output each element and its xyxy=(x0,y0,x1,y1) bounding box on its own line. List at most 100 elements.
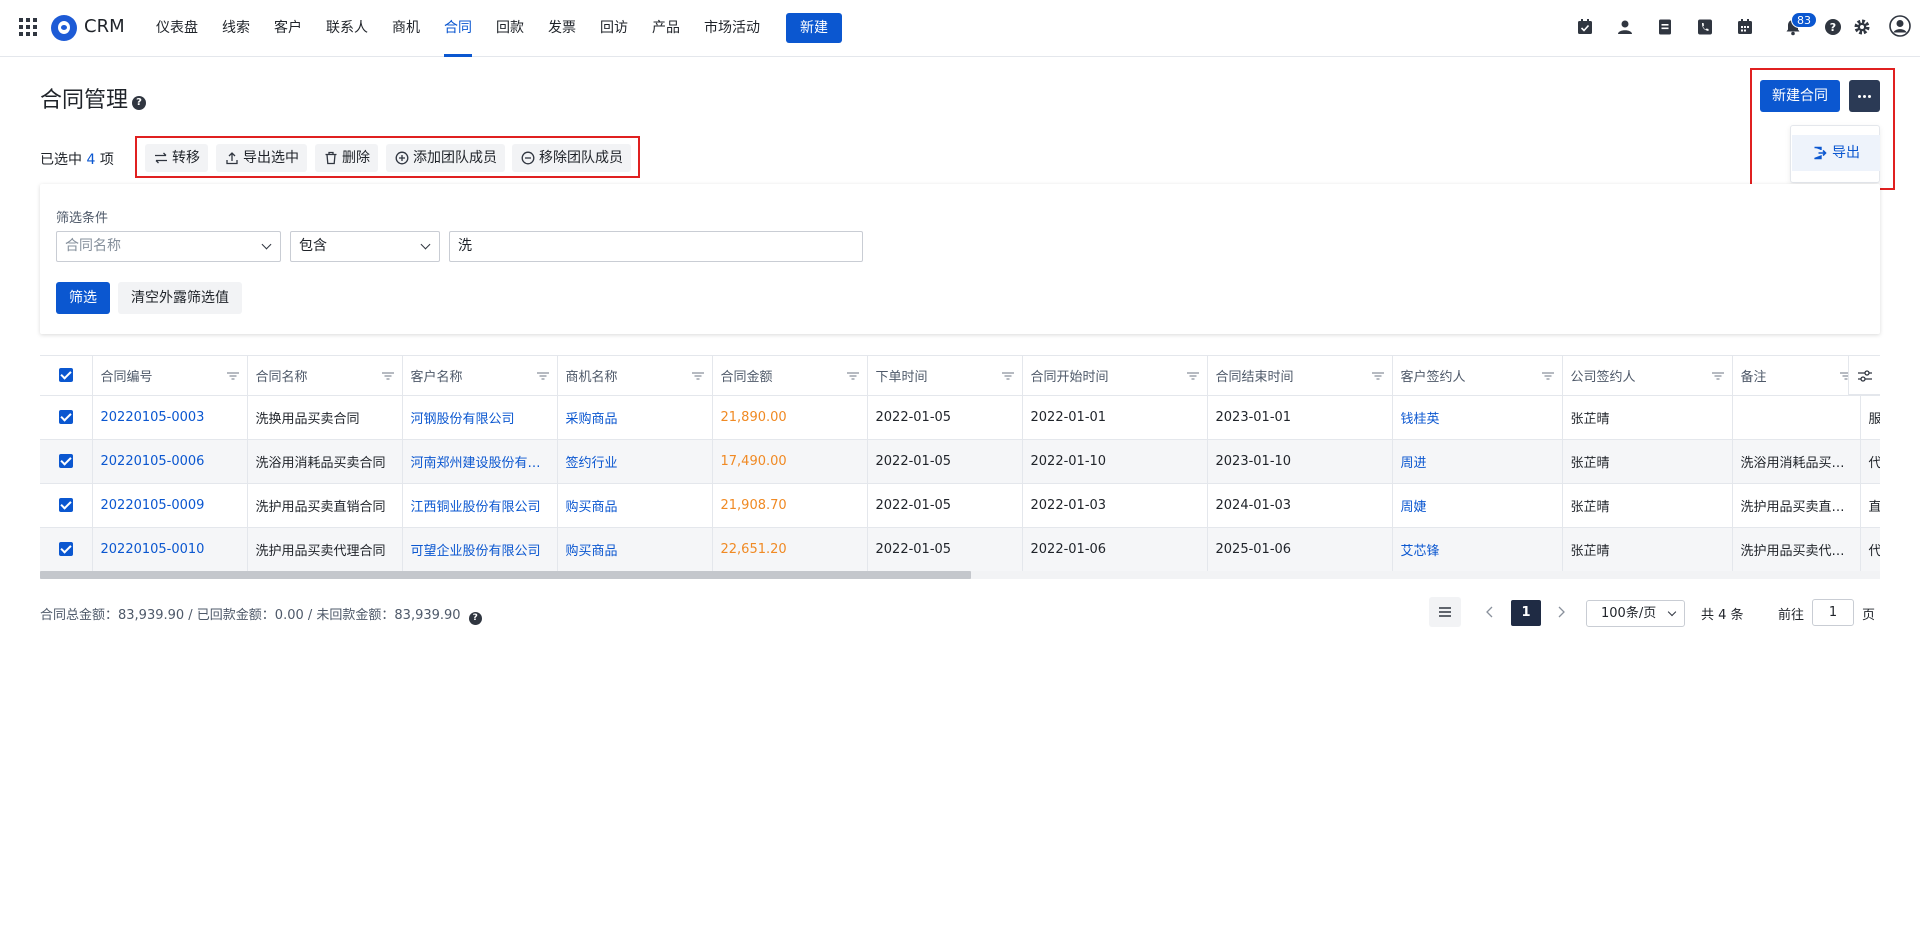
column-header[interactable]: 客户名称 xyxy=(402,356,558,396)
customer-name-link[interactable]: 河钢股份有限公司 xyxy=(402,395,558,440)
select-all-checkbox[interactable] xyxy=(58,368,73,383)
filter-field-select[interactable]: 合同名称 xyxy=(56,231,281,262)
customer-name-link[interactable]: 河南郑州建设股份有限公司 xyxy=(402,439,558,484)
row-checkbox[interactable] xyxy=(58,498,73,512)
column-header[interactable]: 合同金额 xyxy=(712,356,868,396)
customer-name-link[interactable]: 可望企业股份有限公司 xyxy=(402,527,558,572)
chevron-left-icon[interactable] xyxy=(1482,604,1498,620)
add-team-member-button[interactable]: 添加团队成员 xyxy=(386,144,505,172)
export-selected-button[interactable]: 导出选中 xyxy=(216,144,307,172)
more-actions-button[interactable] xyxy=(1849,80,1880,112)
filter-icon[interactable] xyxy=(1711,372,1724,380)
table-row[interactable]: 20220105-0006 洗浴用消耗品买卖合同 河南郑州建设股份有限公司 签约… xyxy=(40,439,1880,484)
filter-icon[interactable] xyxy=(1001,372,1014,380)
column-header[interactable]: 备注 xyxy=(1732,356,1861,396)
nav-item-visits[interactable]: 回访 xyxy=(588,0,640,57)
row-checkbox[interactable] xyxy=(58,454,73,468)
opportunity-name-link[interactable]: 采购商品 xyxy=(557,395,713,440)
column-header[interactable]: 合同编号 xyxy=(92,356,248,396)
contract-amount-cell: 21,890.00 xyxy=(712,395,868,440)
nav-item-campaigns[interactable]: 市场活动 xyxy=(692,0,772,57)
delete-button[interactable]: 删除 xyxy=(315,144,378,172)
nav-item-products[interactable]: 产品 xyxy=(640,0,692,57)
new-button[interactable]: 新建 xyxy=(786,13,842,43)
document-icon[interactable] xyxy=(1656,18,1674,36)
column-settings-button[interactable] xyxy=(1848,356,1880,395)
order-date-cell: 2022-01-05 xyxy=(867,439,1023,484)
nav-item-leads[interactable]: 线索 xyxy=(210,0,262,57)
table-row[interactable]: 20220105-0010 洗护用品买卖代理合同 可望企业股份有限公司 购买商品… xyxy=(40,527,1880,572)
nav-item-contacts[interactable]: 联系人 xyxy=(314,0,380,57)
filter-icon[interactable] xyxy=(381,372,394,380)
column-header[interactable]: 合同名称 xyxy=(247,356,403,396)
customer-signer-link[interactable]: 钱桂英 xyxy=(1392,395,1563,440)
avatar[interactable] xyxy=(1889,15,1911,37)
help-icon[interactable]: ? xyxy=(1824,18,1842,36)
end-date-cell: 2025-01-06 xyxy=(1207,527,1393,572)
column-header[interactable]: 公司签约人 xyxy=(1562,356,1733,396)
column-header[interactable]: 客户签约人 xyxy=(1392,356,1563,396)
menu-item-export[interactable]: 导出 xyxy=(1792,135,1880,171)
filter-value-input[interactable]: 洗 xyxy=(449,231,863,262)
new-contract-button[interactable]: 新建合同 xyxy=(1760,80,1840,112)
page-size-select[interactable]: 100条/页 xyxy=(1586,600,1685,627)
nav-item-contracts[interactable]: 合同 xyxy=(432,0,484,57)
customer-name-link[interactable]: 江西铜业股份有限公司 xyxy=(402,483,558,528)
column-header[interactable]: 合同结束时间 xyxy=(1207,356,1393,396)
selection-suffix: 项 xyxy=(99,152,114,168)
list-view-button[interactable] xyxy=(1429,597,1461,627)
row-checkbox[interactable] xyxy=(58,410,73,424)
nav-item-dashboard[interactable]: 仪表盘 xyxy=(144,0,210,57)
horizontal-scrollbar-thumb[interactable] xyxy=(40,571,971,579)
filter-icon[interactable] xyxy=(1541,372,1554,380)
customer-signer-link[interactable]: 周进 xyxy=(1392,439,1563,484)
table-row[interactable]: 20220105-0003 洗换用品买卖合同 河钢股份有限公司 采购商品 21,… xyxy=(40,395,1880,440)
start-date-cell: 2022-01-03 xyxy=(1022,483,1208,528)
help-icon[interactable]: ? xyxy=(132,96,147,110)
column-header[interactable]: 合同开始时间 xyxy=(1022,356,1208,396)
brand-name: CRM xyxy=(84,16,125,37)
calendar-icon[interactable] xyxy=(1736,18,1754,36)
filter-panel: 筛选条件 合同名称 包含 洗 筛选 清空外露筛选值 xyxy=(40,184,1880,334)
upload-icon xyxy=(226,152,238,165)
phone-icon[interactable] xyxy=(1696,18,1714,36)
filter-icon[interactable] xyxy=(226,372,239,380)
main-nav: 仪表盘 线索 客户 联系人 商机 合同 回款 发票 回访 产品 市场活动 xyxy=(144,0,772,57)
contact-card-icon[interactable] xyxy=(1616,18,1634,36)
contract-number-link[interactable]: 20220105-0006 xyxy=(92,439,248,484)
customer-signer-link[interactable]: 周婕 xyxy=(1392,483,1563,528)
contract-number-link[interactable]: 20220105-0009 xyxy=(92,483,248,528)
nav-item-customers[interactable]: 客户 xyxy=(262,0,314,57)
row-checkbox[interactable] xyxy=(58,542,73,556)
nav-item-payments[interactable]: 回款 xyxy=(484,0,536,57)
filter-icon[interactable] xyxy=(1371,372,1384,380)
goto-page-input[interactable]: 1 xyxy=(1812,599,1854,626)
contract-number-link[interactable]: 20220105-0003 xyxy=(92,395,248,440)
remove-team-member-button[interactable]: 移除团队成员 xyxy=(512,144,631,172)
transfer-button[interactable]: 转移 xyxy=(145,144,208,172)
nav-item-opportunities[interactable]: 商机 xyxy=(380,0,432,57)
filter-operator-select[interactable]: 包含 xyxy=(290,231,440,262)
column-header[interactable]: 下单时间 xyxy=(867,356,1023,396)
opportunity-name-link[interactable]: 购买商品 xyxy=(557,483,713,528)
help-icon[interactable]: ? xyxy=(468,612,482,625)
contract-number-link[interactable]: 20220105-0010 xyxy=(92,527,248,572)
filter-icon[interactable] xyxy=(536,372,549,380)
gear-icon[interactable] xyxy=(1853,18,1871,36)
opportunity-name-link[interactable]: 签约行业 xyxy=(557,439,713,484)
chevron-right-icon[interactable] xyxy=(1553,604,1569,620)
filter-icon[interactable] xyxy=(1186,372,1199,380)
customer-signer-link[interactable]: 艾芯锋 xyxy=(1392,527,1563,572)
task-icon[interactable] xyxy=(1576,18,1594,36)
table-row[interactable]: 20220105-0009 洗护用品买卖直销合同 江西铜业股份有限公司 购买商品… xyxy=(40,483,1880,528)
app-grid-icon[interactable] xyxy=(18,17,38,37)
pagination-current-page[interactable]: 1 xyxy=(1511,600,1541,626)
nav-item-invoices[interactable]: 发票 xyxy=(536,0,588,57)
opportunity-name-link[interactable]: 购买商品 xyxy=(557,527,713,572)
filter-icon[interactable] xyxy=(846,372,859,380)
start-date-cell: 2022-01-01 xyxy=(1022,395,1208,440)
clear-filter-button[interactable]: 清空外露筛选值 xyxy=(118,282,242,314)
apply-filter-button[interactable]: 筛选 xyxy=(56,282,110,314)
column-header[interactable]: 商机名称 xyxy=(557,356,713,396)
filter-icon[interactable] xyxy=(691,372,704,380)
